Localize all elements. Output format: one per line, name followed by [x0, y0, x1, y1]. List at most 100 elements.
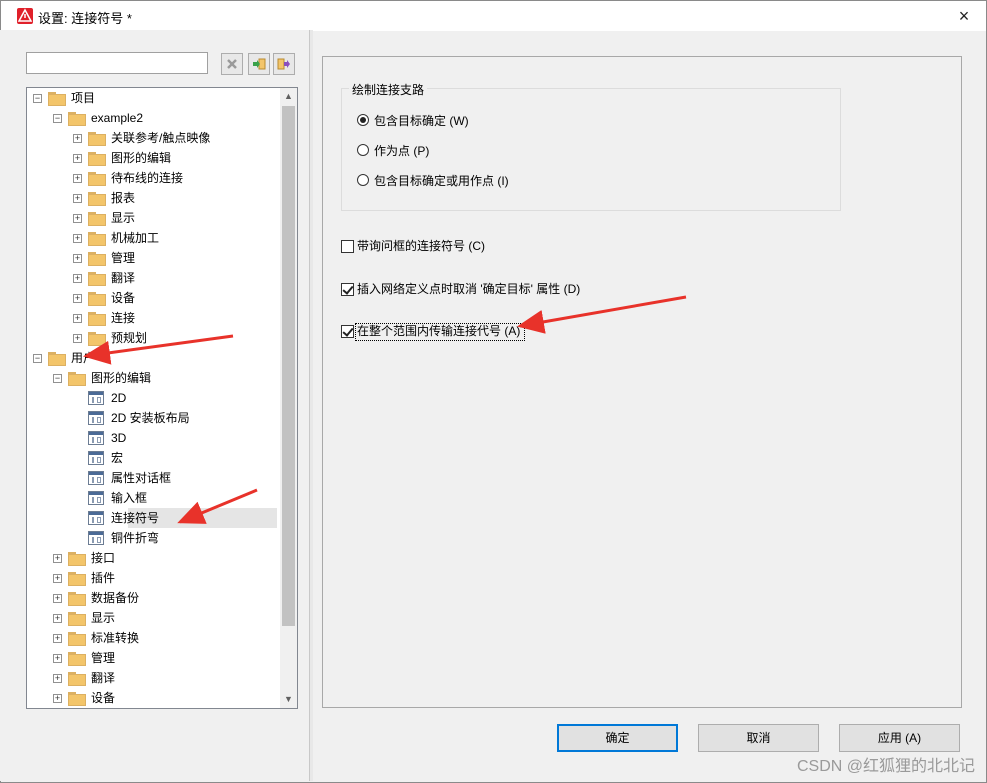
expand-icon[interactable]: +: [53, 634, 62, 643]
tree-node[interactable]: 输入框: [27, 488, 277, 508]
expand-icon[interactable]: +: [73, 194, 82, 203]
scroll-thumb[interactable]: [282, 106, 295, 626]
tree-node-label: 显示: [111, 211, 136, 225]
tree-node[interactable]: + 关联参考/触点映像: [27, 128, 277, 148]
tree-node[interactable]: + 报表: [27, 188, 277, 208]
tree-node[interactable]: + 插件: [27, 568, 277, 588]
expand-icon[interactable]: +: [73, 254, 82, 263]
tree-node[interactable]: 铜件折弯: [27, 528, 277, 548]
tree-node[interactable]: + 翻译: [27, 268, 277, 288]
tree-node[interactable]: − 项目: [27, 88, 277, 108]
settings-page-icon: [88, 391, 104, 405]
tree-node[interactable]: 属性对话框: [27, 468, 277, 488]
tree-node-label: 标准转换: [91, 631, 140, 645]
tree-node-label: 宏: [111, 451, 124, 465]
checkbox[interactable]: [341, 283, 354, 296]
checkbox[interactable]: [341, 325, 354, 338]
collapse-icon[interactable]: −: [53, 374, 62, 383]
settings-page-icon: [88, 511, 104, 525]
expand-icon[interactable]: +: [73, 294, 82, 303]
expand-icon[interactable]: +: [53, 674, 62, 683]
folder-icon: [88, 292, 106, 306]
ok-button[interactable]: 确定: [557, 724, 678, 752]
tree-node[interactable]: + 设备: [27, 688, 277, 708]
tree-node-label: 2D 安装板布局: [111, 411, 190, 425]
tree-node[interactable]: + 显示: [27, 608, 277, 628]
expand-all-button[interactable]: [248, 53, 270, 75]
tree-node[interactable]: + 翻译: [27, 668, 277, 688]
panel-splitter[interactable]: [309, 30, 313, 781]
expand-icon[interactable]: +: [73, 274, 82, 283]
tree-node[interactable]: + 预规划: [27, 328, 277, 348]
tree-node[interactable]: + 数据备份: [27, 588, 277, 608]
collapse-icon[interactable]: −: [53, 114, 62, 123]
settings-page-icon: [88, 451, 104, 465]
tree-node[interactable]: − example2: [27, 108, 277, 128]
folder-icon: [68, 112, 86, 126]
expand-icon[interactable]: +: [73, 234, 82, 243]
expand-icon[interactable]: +: [53, 594, 62, 603]
close-button[interactable]: ×: [952, 5, 976, 27]
tree-node[interactable]: + 接口: [27, 548, 277, 568]
tree-node-label: 管理: [91, 651, 116, 665]
scroll-down-icon[interactable]: ▼: [280, 691, 297, 708]
expand-icon[interactable]: +: [53, 614, 62, 623]
folder-icon: [68, 672, 86, 686]
tree-node[interactable]: 2D 安装板布局: [27, 408, 277, 428]
expand-icon[interactable]: +: [53, 554, 62, 563]
expand-icon[interactable]: +: [73, 154, 82, 163]
tree-node[interactable]: + 机械加工: [27, 228, 277, 248]
apply-button[interactable]: 应用 (A): [839, 724, 960, 752]
tree-node[interactable]: + 管理: [27, 648, 277, 668]
tree-node[interactable]: + 图形的编辑: [27, 148, 277, 168]
tree-node[interactable]: 宏: [27, 448, 277, 468]
settings-page-icon: [88, 491, 104, 505]
collapse-icon[interactable]: −: [33, 354, 42, 363]
tree-node[interactable]: + 管理: [27, 248, 277, 268]
checkbox[interactable]: [341, 240, 354, 253]
folder-icon: [88, 232, 106, 246]
radio-button[interactable]: [357, 114, 369, 126]
settings-tree[interactable]: ▲ ▼ − 项目 − example2 + 关联参考/触点映像 + 图形的编辑 + 待布线的连接 +…: [26, 87, 298, 709]
folder-icon: [88, 252, 106, 266]
window-title: 设置: 连接符号 *: [38, 11, 132, 26]
radio-button[interactable]: [357, 174, 369, 186]
radio-button[interactable]: [357, 144, 369, 156]
collapse-icon[interactable]: −: [33, 94, 42, 103]
tree-node[interactable]: 3D: [27, 428, 277, 448]
clear-filter-button[interactable]: [221, 53, 243, 75]
tree-node[interactable]: + 待布线的连接: [27, 168, 277, 188]
expand-icon[interactable]: +: [73, 134, 82, 143]
expand-icon[interactable]: +: [53, 654, 62, 663]
tree-node-label: 设备: [91, 691, 116, 705]
cancel-button[interactable]: 取消: [698, 724, 819, 752]
expand-icon[interactable]: +: [53, 694, 62, 703]
expand-icon[interactable]: +: [73, 314, 82, 323]
expand-icon[interactable]: +: [73, 174, 82, 183]
expand-icon[interactable]: +: [73, 334, 82, 343]
tree-scrollbar[interactable]: ▲ ▼: [280, 88, 297, 708]
tree-node-label: 连接符号: [111, 511, 160, 525]
folder-icon: [88, 312, 106, 326]
tree-node[interactable]: + 显示: [27, 208, 277, 228]
expand-icon[interactable]: +: [73, 214, 82, 223]
tree-node[interactable]: + 连接: [27, 308, 277, 328]
tree-node[interactable]: + 设备: [27, 288, 277, 308]
tree-node[interactable]: − 用户: [27, 348, 277, 368]
tree-filter-input[interactable]: [26, 52, 208, 74]
tree-node-label: 项目: [71, 91, 96, 105]
scroll-up-icon[interactable]: ▲: [280, 88, 297, 105]
tree-node-label: 输入框: [111, 491, 148, 505]
focus-rectangle: [355, 323, 525, 341]
tree-node[interactable]: − 图形的编辑: [27, 368, 277, 388]
radio-label: 作为点 (P): [374, 144, 430, 158]
tree-node[interactable]: + 标准转换: [27, 628, 277, 648]
folder-icon: [88, 332, 106, 346]
expand-icon[interactable]: +: [53, 574, 62, 583]
tree-node[interactable]: 连接符号: [27, 508, 277, 528]
folder-icon: [48, 92, 66, 106]
tree-node[interactable]: 2D: [27, 388, 277, 408]
eplan-app-icon: [17, 8, 33, 24]
collapse-all-button[interactable]: [273, 53, 295, 75]
checkbox-label: 插入网络定义点时取消 '确定目标' 属性 (D): [357, 282, 581, 296]
